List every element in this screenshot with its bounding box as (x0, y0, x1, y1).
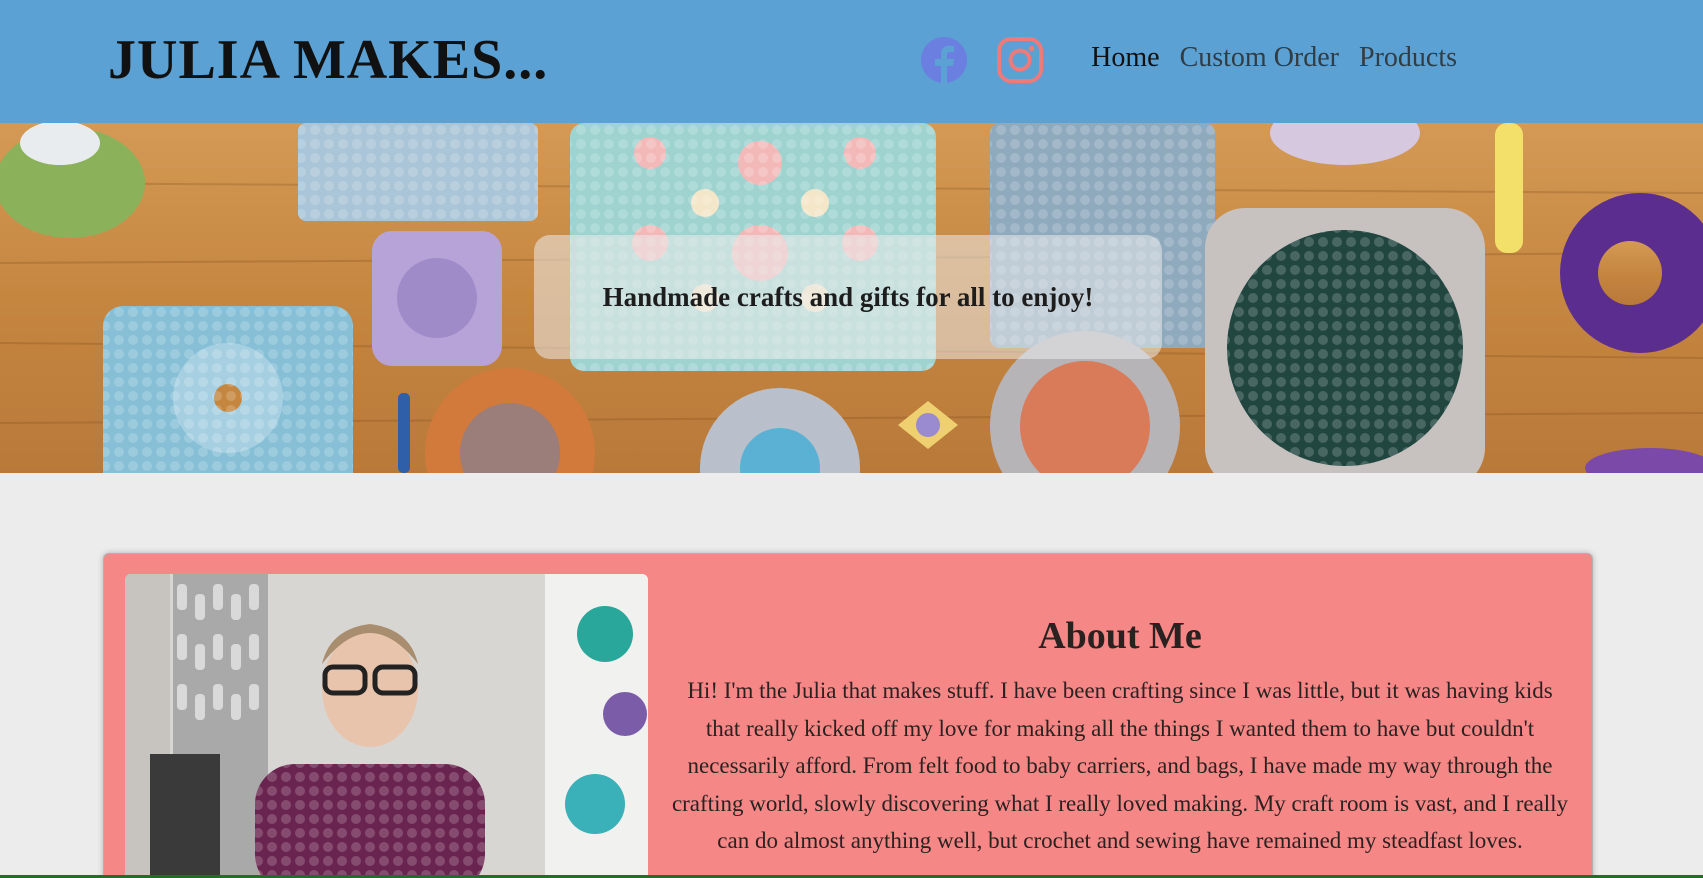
nav-products-link[interactable]: Products (1359, 42, 1457, 74)
main-nav: Home Custom Order Products (1091, 42, 1457, 74)
hero-banner: Handmade crafts and gifts for all to enj… (0, 123, 1703, 473)
nav-home-link[interactable]: Home (1091, 42, 1159, 74)
site-logo[interactable]: JULIA MAKES... (108, 28, 548, 92)
profile-photo (125, 574, 648, 878)
facebook-icon[interactable] (920, 36, 968, 84)
instagram-icon[interactable] (996, 36, 1044, 84)
about-card: About Me Hi! I'm the Julia that makes st… (103, 553, 1593, 878)
nav-custom-order-link[interactable]: Custom Order (1180, 42, 1339, 74)
about-text: Hi! I'm the Julia that makes stuff. I ha… (671, 678, 1569, 853)
about-title: About Me (1038, 615, 1202, 657)
site-header: JULIA MAKES... Home Custom Order Product… (0, 0, 1703, 123)
hero-tagline: Handmade crafts and gifts for all to enj… (602, 281, 1094, 312)
hero-tagline-box: Handmade crafts and gifts for all to enj… (534, 235, 1162, 359)
